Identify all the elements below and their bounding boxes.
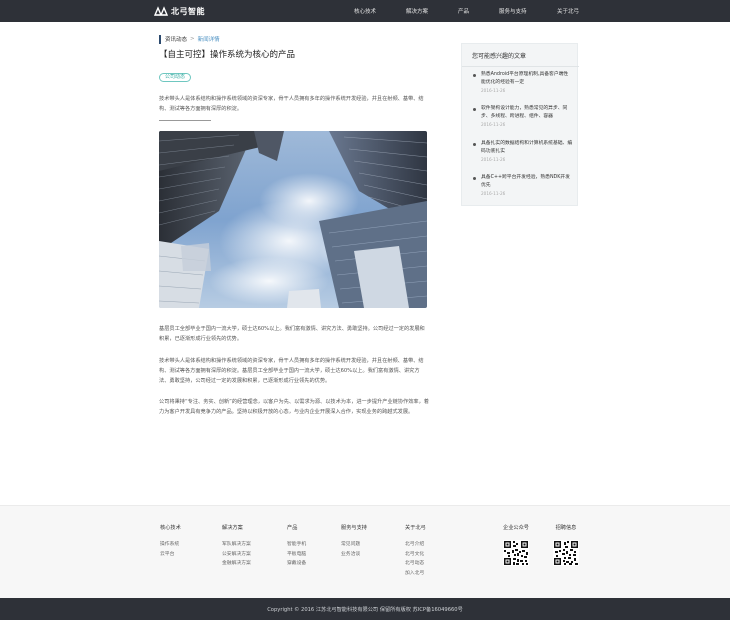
related-article-date: 2016-11-26 [481,88,506,93]
bullet-icon [473,74,476,77]
footer-link[interactable]: 北弓文化 [405,550,426,560]
footer: 核心技术 操作系统 云平台 解决方案 军队解决方案 公安解决方案 金融解决方案 … [0,505,730,598]
qr-recruitment: 招聘信息 [546,524,586,570]
sidebar-title: 您可能感兴趣的文章 [472,53,527,60]
footer-column-title: 产品 [287,525,298,531]
article-paragraph: 基层员工全部毕业于国内一流大学，硕士达60%以上。我们富有激情、讲究方法、勇敢坚… [159,326,425,342]
footer-link[interactable]: 常见问题 [341,540,367,550]
related-article-date: 2016-11-26 [481,191,506,196]
footer-link[interactable]: 金融解决方案 [222,559,251,569]
footer-link[interactable]: 智能手机 [287,540,306,550]
related-article-item[interactable]: 软件架构设计能力，熟悉常见的异步、同步、多线程、跨进程、组件、容器 2016-1… [473,105,573,129]
article-paragraph: 技术带头人是体系结构和操作系统领域的资深专家，骨干人员拥有多年的操作系统开发经验… [159,358,424,384]
footer-column-title: 关于北弓 [405,525,426,531]
footer-link[interactable]: 业务洽谈 [341,550,367,560]
article-paragraph: 公司将秉持“专注、务实、创新”的经营理念，以客户为先、以需求为源、以技术为本，进… [159,399,429,415]
article-hero-image [159,131,427,308]
footer-column-title: 服务与支持 [341,525,367,531]
footer-column-title: 核心技术 [160,525,181,531]
nav-solutions[interactable]: 解决方案 [406,7,428,15]
logo[interactable]: 北弓智能 [154,5,205,17]
qr-code-icon [553,540,579,566]
footer-link[interactable]: 公安解决方案 [222,550,251,560]
footer-link[interactable]: 操作系统 [160,540,181,550]
sidebar-divider [462,66,579,67]
article-tag[interactable]: 公司动态 [159,73,192,82]
footer-link[interactable]: 北弓动态 [405,559,426,569]
breadcrumb-section[interactable]: 资讯动态 [165,35,187,43]
related-article-item[interactable]: 熟悉Android平台原理机制,具备客户端性能优化的经验有一定 2016-11-… [473,71,573,95]
copyright-bar: Copyright © 2016 江苏北弓智能科技有限公司 保留所有版权 苏IC… [0,598,730,620]
footer-link[interactable]: 军队解决方案 [222,540,251,550]
footer-link[interactable]: 北弓介绍 [405,540,426,550]
bullet-icon [473,177,476,180]
nav-about[interactable]: 关于北弓 [557,7,579,15]
logo-icon [154,6,168,16]
top-navbar: 北弓智能 核心技术 解决方案 产品 服务与支持 关于北弓 [0,0,730,22]
footer-column-title: 解决方案 [222,525,243,531]
logo-text: 北弓智能 [171,6,205,16]
related-article-date: 2016-11-26 [481,157,506,162]
copyright-text: Copyright © 2016 江苏北弓智能科技有限公司 保留所有版权 苏IC… [267,607,463,613]
footer-column-solutions: 解决方案 军队解决方案 公安解决方案 金融解决方案 [222,524,251,569]
footer-column-about: 关于北弓 北弓介绍 北弓文化 北弓动态 加入北弓 [405,524,426,578]
footer-link[interactable]: 穿戴设备 [287,559,306,569]
breadcrumb-separator: > [190,36,195,42]
related-article-title[interactable]: 软件架构设计能力，熟悉常见的异步、同步、多线程、跨进程、组件、容器 [481,105,573,121]
breadcrumb: 资讯动态 > 新闻详情 [159,34,220,44]
article-lead: 技术带头人是体系结构和操作系统领域的资深专家，骨干人员拥有多年的操作系统开发经验… [159,96,424,112]
related-article-title[interactable]: 具备C++跨平台开发经验，熟悉NDK开发优先 [481,174,573,190]
breadcrumb-marker [159,34,161,44]
nav-core-tech[interactable]: 核心技术 [354,7,376,15]
related-article-title[interactable]: 熟悉Android平台原理机制,具备客户端性能优化的经验有一定 [481,71,573,87]
footer-column-core-tech: 核心技术 操作系统 云平台 [160,524,181,559]
related-articles-sidebar: 您可能感兴趣的文章 熟悉Android平台原理机制,具备客户端性能优化的经验有一… [461,43,579,206]
nav-service-support[interactable]: 服务与支持 [499,7,527,15]
footer-column-products: 产品 智能手机 平板电脑 穿戴设备 [287,524,306,569]
article-title: 【自主可控】操作系统为核心的产品 [159,50,296,60]
related-article-item[interactable]: 具备C++跨平台开发经验，熟悉NDK开发优先 2016-11-26 [473,174,573,198]
bullet-icon [473,108,476,111]
qr-wechat-official: 企业公众号 [496,524,536,570]
related-article-title[interactable]: 具备扎实的数据结构和计算机系统基础、编码功底扎实 [481,140,573,156]
breadcrumb-current: 新闻详情 [197,37,220,43]
footer-column-service: 服务与支持 常见问题 业务洽谈 [341,524,367,559]
qr-code-icon [503,540,529,566]
footer-link[interactable]: 加入北弓 [405,569,426,579]
related-article-item[interactable]: 具备扎实的数据结构和计算机系统基础、编码功底扎实 2016-11-26 [473,140,573,164]
footer-link[interactable]: 云平台 [160,550,181,560]
nav-products[interactable]: 产品 [458,7,469,15]
qr-title: 企业公众号 [503,525,529,531]
bullet-icon [473,143,476,146]
related-article-date: 2016-11-26 [481,122,506,127]
qr-title: 招聘信息 [555,525,577,531]
footer-link[interactable]: 平板电脑 [287,550,306,560]
lead-divider [159,120,211,121]
